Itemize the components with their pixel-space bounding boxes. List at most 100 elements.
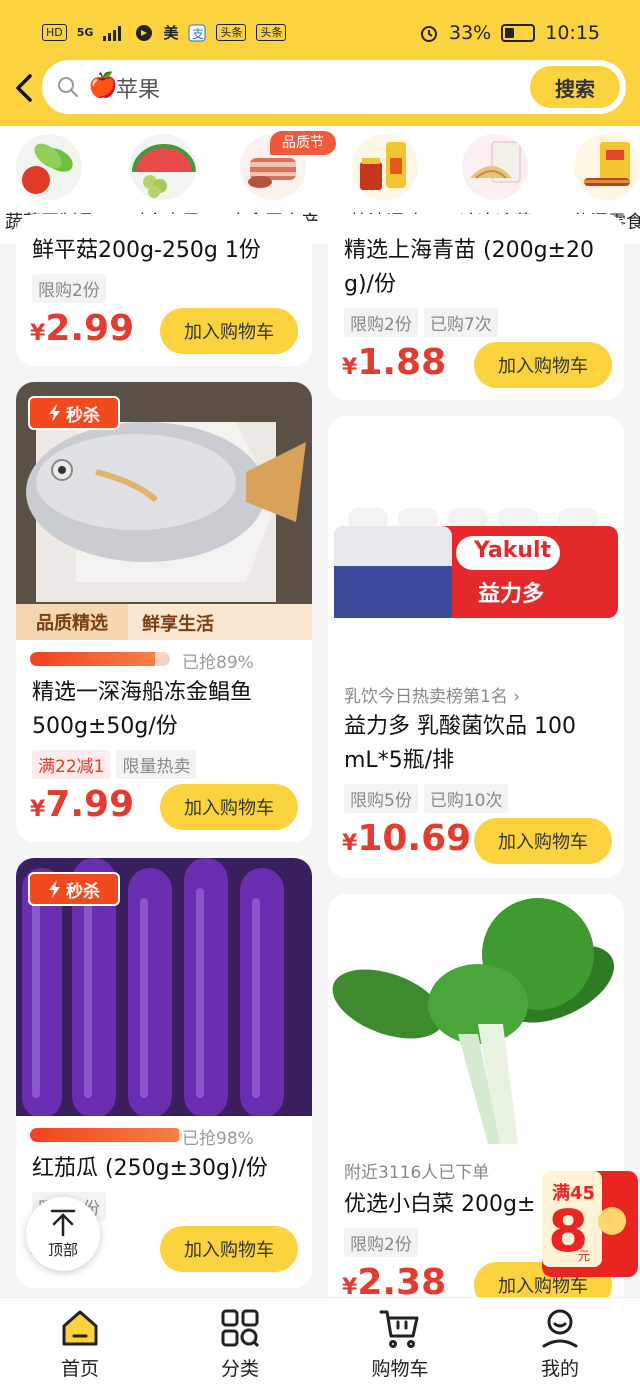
tab-label: 我的 xyxy=(540,1358,579,1380)
home-icon xyxy=(62,1310,98,1346)
alipay-icon: 支 xyxy=(188,24,206,41)
battery-fill xyxy=(505,28,514,38)
signal-icon xyxy=(103,25,122,41)
status-right: 33% 10:15 xyxy=(419,22,600,44)
price-value: 7.99 xyxy=(45,784,135,825)
tab-cart[interactable]: 购物车 xyxy=(320,1306,480,1381)
back-arrow-icon[interactable] xyxy=(10,70,40,106)
rank-text: 乳饮今日热卖榜第1名 xyxy=(344,687,508,707)
toutiao-badge-2: 头条 xyxy=(256,24,287,41)
tab-profile[interactable]: 我的 xyxy=(480,1306,640,1381)
back-to-top-button[interactable]: 顶部 xyxy=(26,1197,100,1271)
back-to-top-label: 顶部 xyxy=(47,1241,78,1259)
apple-emoji: 🍎 xyxy=(88,71,118,99)
product-card-pomfret[interactable]: 秒杀 品质精选 鲜享生活 已抢89% 精选一深海船冻金鲳鱼 500g±50g/份… xyxy=(16,382,312,842)
discount-tag: 满22减1 xyxy=(32,750,111,779)
lightning-icon xyxy=(49,404,60,422)
network-label: 5G xyxy=(76,26,94,39)
band-quality-label: 品质精选 xyxy=(16,604,128,640)
alarm-icon xyxy=(421,26,437,42)
flash-sale-badge: 秒杀 xyxy=(28,872,120,906)
sold-progress-fill xyxy=(30,1128,179,1142)
add-to-cart-button[interactable]: 加入购物车 xyxy=(160,1226,298,1272)
rank-label[interactable]: 乳饮今日热卖榜第1名 › xyxy=(344,682,520,707)
cart-icon xyxy=(379,1310,419,1348)
promo-unit: 元 xyxy=(578,1249,591,1263)
search-box[interactable]: 🍎 苹果 搜索 xyxy=(42,60,626,114)
currency-symbol: ¥ xyxy=(30,321,46,346)
tab-home[interactable]: 首页 xyxy=(0,1306,160,1381)
add-to-cart-button[interactable]: 加入购物车 xyxy=(160,784,298,830)
currency-symbol: ¥ xyxy=(342,831,358,856)
frozen-icon xyxy=(462,134,528,200)
product-card-yakult[interactable]: Yakult 益力多 乳饮今日热卖榜第1名 › 益力多 乳酸菌饮品 100 mL… xyxy=(328,416,624,878)
search-button[interactable]: 搜索 xyxy=(530,66,620,108)
toutiao-badge-1: 头条 xyxy=(216,24,247,41)
yakult-brand-en: Yakult xyxy=(474,538,552,563)
product-price: ¥1.88 xyxy=(342,342,446,383)
battery-percent: 33% xyxy=(449,22,492,44)
product-title-line2: g)/份 xyxy=(344,272,396,297)
flash-sale-label: 秒杀 xyxy=(66,881,100,902)
search-icon xyxy=(58,77,78,97)
oil-icon xyxy=(352,134,418,200)
fruit-icon xyxy=(130,134,196,200)
quality-festival-badge: 品质节 xyxy=(270,131,336,155)
svg-text:支: 支 xyxy=(192,27,204,41)
bokchoy-image xyxy=(328,894,624,1150)
bought-tag: 已购10次 xyxy=(423,784,509,813)
limit-tag: 限购2份 xyxy=(344,308,418,337)
sold-percent-label: 已抢89% xyxy=(182,653,254,673)
status-left: HD 5G 美 支 头条 头条 xyxy=(42,22,287,43)
product-title: 红茄瓜 (250g±30g)/份 xyxy=(32,1156,268,1181)
yakult-brand-cn: 益力多 xyxy=(478,582,545,607)
product-title-line1: 精选上海青苗 (200g±20 xyxy=(344,238,594,263)
sold-progress-fill xyxy=(30,652,155,666)
flash-sale-label: 秒杀 xyxy=(66,405,100,426)
add-to-cart-button[interactable]: 加入购物车 xyxy=(474,818,612,864)
search-header: 🍎 苹果 搜索 xyxy=(0,56,640,126)
flash-sale-badge: 秒杀 xyxy=(28,396,120,430)
product-tags: 限购5份 已购10次 xyxy=(344,784,514,813)
app-notify-icon xyxy=(136,24,153,41)
limit-tag: 限购5份 xyxy=(344,784,418,813)
product-title-line2: 500g±50g/份 xyxy=(32,714,178,739)
hd-badge: HD xyxy=(42,24,67,41)
product-price: ¥10.69 xyxy=(342,818,471,859)
quality-band: 品质精选 鲜享生活 xyxy=(16,604,312,640)
promo-coupon-float[interactable]: 满45 8 元 xyxy=(540,1167,640,1279)
product-card-greens[interactable]: 精选上海青苗 (200g±20 g)/份 限购2份 已购7次 ¥1.88 加入购物… xyxy=(328,214,624,400)
bottom-tab-bar: 首页 分类 购物车 我的 xyxy=(0,1297,640,1387)
price-value: 1.88 xyxy=(357,342,447,383)
product-card-mushroom[interactable]: 鲜平菇200g-250g 1份 限购2份 ¥2.99 加入购物车 xyxy=(16,214,312,366)
tab-label: 首页 xyxy=(60,1358,99,1380)
arrow-up-icon xyxy=(50,1209,76,1237)
orders-nearby-label: 附近3116人已下单 xyxy=(344,1163,490,1183)
sold-progress-bar xyxy=(30,1128,182,1142)
hot-sale-tag: 限量热卖 xyxy=(116,750,197,779)
tab-category[interactable]: 分类 xyxy=(160,1306,320,1381)
chevron-right-icon: › xyxy=(513,687,521,707)
bought-tag: 已购7次 xyxy=(423,308,498,337)
carrier-label: 美 xyxy=(163,24,179,42)
search-query[interactable]: 苹果 xyxy=(116,72,160,104)
price-value: 10.69 xyxy=(357,818,472,859)
tab-label: 分类 xyxy=(220,1358,259,1380)
category-icon xyxy=(221,1309,260,1348)
add-to-cart-button[interactable]: 加入购物车 xyxy=(160,308,298,354)
battery-icon xyxy=(501,24,536,42)
band-fresh-label: 鲜享生活 xyxy=(142,614,214,635)
product-price: ¥2.99 xyxy=(30,308,134,349)
price-value: 2.99 xyxy=(45,308,135,349)
product-tags: 限购2份 已购7次 xyxy=(344,308,504,337)
product-price: ¥7.99 xyxy=(30,784,134,825)
product-tags: 限购2份 xyxy=(32,274,112,303)
add-to-cart-button[interactable]: 加入购物车 xyxy=(474,342,612,388)
tab-label: 购物车 xyxy=(371,1358,429,1380)
vegetables-icon xyxy=(16,134,82,200)
clock: 10:15 xyxy=(545,22,600,44)
profile-icon xyxy=(542,1309,578,1348)
limit-tag: 限购2份 xyxy=(344,1228,418,1257)
sold-percent-label: 已抢98% xyxy=(182,1129,254,1149)
limit-tag: 限购2份 xyxy=(32,274,106,303)
